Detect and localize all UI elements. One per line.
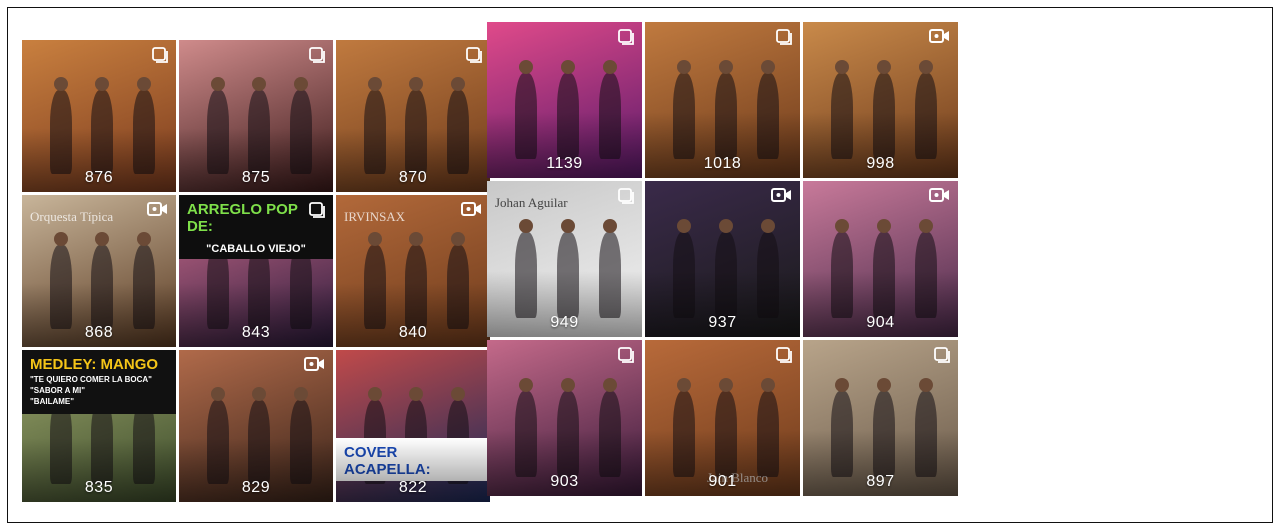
left-post-tile[interactable]: 829 <box>179 350 333 502</box>
left-post-tile[interactable]: Orquesta Típica 868 <box>22 195 176 347</box>
right-post-tile[interactable]: 1139 <box>487 22 642 178</box>
multiple-photos-icon <box>618 29 634 50</box>
banner-line: "BAILAME" <box>30 397 75 406</box>
overlay-caption: Johan Aguilar <box>495 195 568 210</box>
right-post-tile[interactable]: Johan Aguilar 949 <box>487 181 642 337</box>
view-count: 835 <box>84 479 114 496</box>
multiple-photos-icon <box>309 47 325 68</box>
view-count: 829 <box>241 479 271 496</box>
performer-head <box>602 378 617 393</box>
right-post-tile[interactable]: 903 <box>487 340 642 496</box>
performer-head <box>367 77 382 92</box>
banner-title: MEDLEY: MANGO <box>30 356 159 373</box>
performer-head <box>293 387 308 402</box>
left-post-tile[interactable]: ARREGLO POP DE: "CABALLO VIEJO" 843 <box>179 195 333 347</box>
performer-head <box>210 77 225 92</box>
video-icon <box>304 357 325 376</box>
view-count: 903 <box>550 473 579 490</box>
performer-head <box>450 77 465 92</box>
performer-head <box>53 77 68 92</box>
performer-head <box>450 387 465 402</box>
banner-subtitle: "CABALLO VIEJO" <box>206 243 306 255</box>
performer-head <box>136 77 151 92</box>
video-icon <box>147 202 168 221</box>
left-post-tile[interactable]: 870 <box>336 40 490 192</box>
left-post-tile[interactable]: IRVINSAX 840 <box>336 195 490 347</box>
left-post-tile[interactable]: 875 <box>179 40 333 192</box>
performer-head <box>760 378 775 393</box>
multiple-photos-icon <box>618 188 634 209</box>
right-post-tile[interactable]: 937 <box>645 181 800 337</box>
view-count: 840 <box>398 324 428 341</box>
view-count: 843 <box>241 324 271 341</box>
view-count: 998 <box>866 155 895 172</box>
video-icon <box>461 202 482 221</box>
banner-line: "SABOR A MI" <box>30 386 85 395</box>
left-post-tile[interactable]: COVER ACAPELLA:822 <box>336 350 490 502</box>
banner-line: "TE QUIERO COMER LA BOCA" <box>30 375 152 384</box>
performer-head <box>367 232 382 247</box>
performer-head <box>53 232 68 247</box>
multiple-photos-icon <box>934 347 950 368</box>
view-count: 822 <box>398 479 428 496</box>
performer-head <box>602 60 617 75</box>
right-photo-grid: 1139 1018 998 Johan Aguilar 949 937 904 903 Jain… <box>487 22 958 496</box>
multiple-photos-icon <box>776 29 792 50</box>
view-count: 868 <box>84 324 114 341</box>
performer-head <box>760 219 775 234</box>
video-icon <box>771 188 792 207</box>
performer-head <box>136 232 151 247</box>
performer-head <box>293 77 308 92</box>
overlay-caption: IRVINSAX <box>344 209 406 224</box>
performer-head <box>210 387 225 402</box>
performer-head <box>918 378 933 393</box>
multiple-photos-icon <box>309 202 325 223</box>
view-count: 901 <box>708 473 737 490</box>
view-count: 1018 <box>703 155 742 172</box>
right-post-tile[interactable]: 897 <box>803 340 958 496</box>
performer-head <box>918 60 933 75</box>
video-icon <box>929 29 950 48</box>
performer-head <box>760 60 775 75</box>
multiple-photos-icon <box>776 347 792 368</box>
post-banner: MEDLEY: MANGO "TE QUIERO COMER LA BOCA" "S… <box>22 350 176 414</box>
multiple-photos-icon <box>618 347 634 368</box>
right-post-tile[interactable]: 904 <box>803 181 958 337</box>
performer-head <box>918 219 933 234</box>
view-count: 875 <box>241 169 271 186</box>
right-post-tile[interactable]: 998 <box>803 22 958 178</box>
left-post-tile[interactable]: MEDLEY: MANGO "TE QUIERO COMER LA BOCA" "S… <box>22 350 176 502</box>
view-count: 937 <box>708 314 737 331</box>
view-count: 897 <box>866 473 895 490</box>
overlay-caption: Orquesta Típica <box>30 209 114 224</box>
right-post-tile[interactable]: Jain Blanco901 <box>645 340 800 496</box>
video-icon <box>929 188 950 207</box>
view-count: 1139 <box>546 155 583 172</box>
performer-head <box>602 219 617 234</box>
banner-title: ARREGLO POP DE: <box>187 201 298 235</box>
left-post-tile[interactable]: 876 <box>22 40 176 192</box>
right-post-tile[interactable]: 1018 <box>645 22 800 178</box>
view-count: 904 <box>866 314 895 331</box>
view-count: 949 <box>550 314 579 331</box>
performer-head <box>450 232 465 247</box>
view-count: 876 <box>84 169 114 186</box>
multiple-photos-icon <box>466 47 482 68</box>
performer-head <box>367 387 382 402</box>
view-count: 870 <box>398 169 428 186</box>
left-photo-grid: 876 875 870 Orquesta Típica 868 ARREGLO POP D… <box>22 40 490 502</box>
multiple-photos-icon <box>152 47 168 68</box>
